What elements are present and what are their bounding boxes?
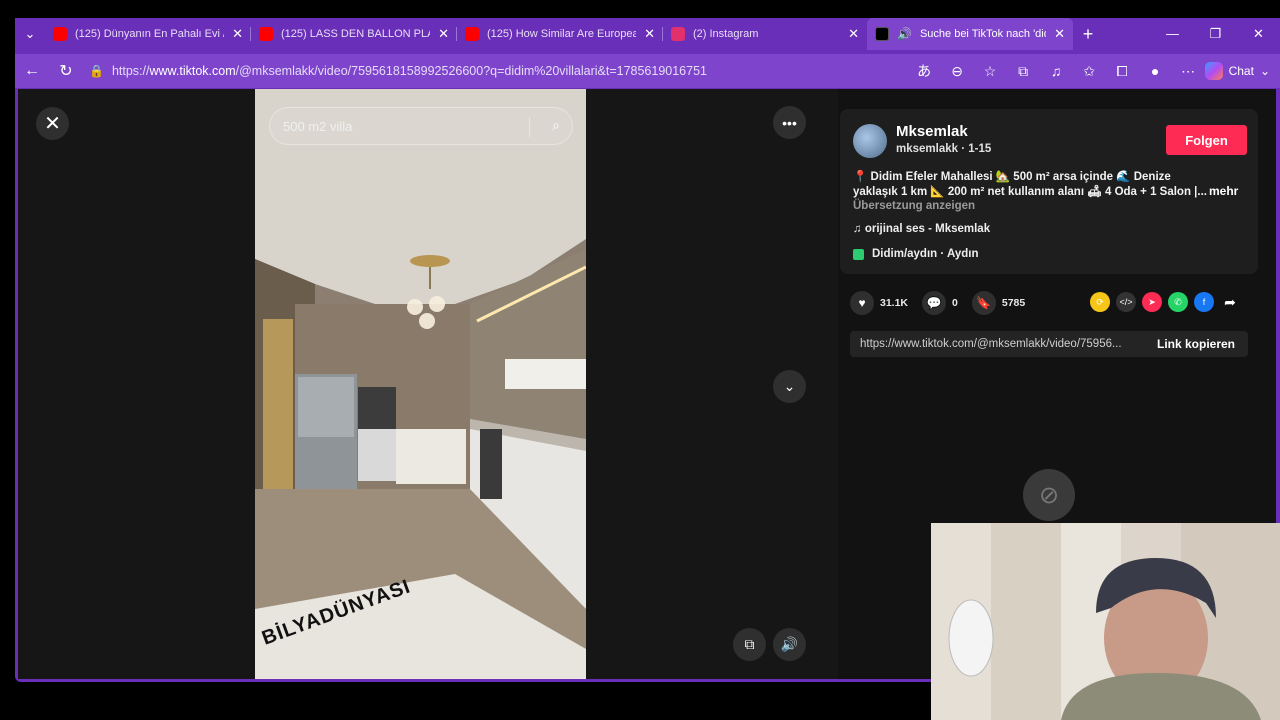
share-link-url[interactable]: https://www.tiktok.com/@mksemlakk/video/… <box>850 338 1144 350</box>
more-description-link[interactable]: mehr <box>1209 184 1238 198</box>
favorites-icon[interactable]: ✩ <box>1073 63 1106 80</box>
share-link-row: https://www.tiktok.com/@mksemlakk/video/… <box>850 331 1248 357</box>
search-icon[interactable]: ⌕ <box>552 117 560 134</box>
picture-in-picture-icon[interactable]: ⧉ <box>733 628 766 661</box>
author-handle[interactable]: mksemlakk · 1-15 <box>896 143 991 155</box>
comment-icon: 💬 <box>922 291 947 315</box>
like-action[interactable]: ♥ 31.1K <box>850 291 908 315</box>
tab-title: (125) LASS DEN BALLON PLATZ <box>281 28 430 40</box>
music-link[interactable]: ♫ orijinal ses - Mksemlak <box>853 223 990 235</box>
close-tab-icon[interactable]: ✕ <box>232 26 243 42</box>
close-tab-icon[interactable]: ✕ <box>438 26 449 42</box>
like-count: 31.1K <box>880 297 909 309</box>
toolbar-icons: あ ⊖ ☆ ⧉ ♫ ✩ ⧠ ● ⋯ <box>908 61 1205 81</box>
back-icon[interactable]: ← <box>15 62 49 80</box>
close-video-button[interactable]: ✕ <box>36 107 69 140</box>
tab-youtube-3[interactable]: (125) How Similar Are European ✕ <box>457 18 663 50</box>
comments-hidden-icon: ⊘ <box>1023 469 1075 521</box>
media-control-icon[interactable]: ♫ <box>1040 63 1073 79</box>
author-display-name[interactable]: Mksemlak <box>896 123 968 140</box>
video-search-bar[interactable]: 500 m2 villa ⌕ <box>269 107 573 145</box>
youtube-icon <box>465 27 479 41</box>
tab-tiktok[interactable]: 🔊 Suche bei TikTok nach 'didi ✕ <box>867 18 1073 50</box>
new-tab-button[interactable]: + <box>1073 24 1103 45</box>
address-bar[interactable]: 🔒 https://www.tiktok.com/@mksemlakk/vide… <box>83 57 908 85</box>
minimize-icon[interactable]: — <box>1151 18 1194 50</box>
tab-title: (2) Instagram <box>693 28 759 40</box>
comment-action[interactable]: 💬 0 <box>922 291 958 315</box>
url-host: www.tiktok.com <box>149 64 236 78</box>
tab-youtube-2[interactable]: (125) LASS DEN BALLON PLATZ ✕ <box>251 18 457 50</box>
chevron-down-icon: ⌄ <box>1259 64 1270 78</box>
translate-icon[interactable]: あ <box>908 61 941 81</box>
close-tab-icon[interactable]: ✕ <box>644 26 655 42</box>
more-menu-icon[interactable]: ⋯ <box>1172 63 1205 80</box>
video-player[interactable]: 500 m2 villa ⌕ BİLYADÜNYASI <box>255 89 586 679</box>
show-translation-link[interactable]: Übersetzung anzeigen <box>853 200 975 212</box>
speaker-icon[interactable]: 🔊 <box>897 27 912 41</box>
kitchen-video-frame <box>255 89 586 679</box>
youtube-icon <box>259 27 273 41</box>
profile-avatar-icon[interactable]: ● <box>1139 63 1172 79</box>
navigation-bar: ← ↻ 🔒 https://www.tiktok.com/@mksemlakk/… <box>15 54 1280 88</box>
close-tab-icon[interactable]: ✕ <box>1054 26 1065 42</box>
restore-icon[interactable]: ❐ <box>1194 18 1237 50</box>
save-action[interactable]: 🔖 5785 <box>971 291 1026 315</box>
comment-count: 0 <box>952 297 958 309</box>
send-icon[interactable]: ➤ <box>1142 292 1162 312</box>
copilot-chat-button[interactable]: Chat ⌄ <box>1204 62 1270 80</box>
author-avatar[interactable] <box>853 124 887 158</box>
video-search-text: 500 m2 villa <box>283 118 353 134</box>
more-options-button[interactable]: ••• <box>773 106 806 139</box>
instagram-icon <box>671 27 685 41</box>
chat-label: Chat <box>1228 64 1254 78</box>
whatsapp-icon[interactable]: ✆ <box>1168 292 1188 312</box>
tab-bar: ⌄ (125) Dünyanın En Pahalı Evi / M ✕ (12… <box>15 18 1280 50</box>
follow-button[interactable]: Folgen <box>1166 125 1247 155</box>
search-divider <box>529 117 530 137</box>
url-path: /@mksemlakk/video/7595618158992526600?q=… <box>235 64 707 78</box>
share-arrow-icon[interactable]: ➦ <box>1220 292 1240 312</box>
copilot-icon <box>1204 62 1223 80</box>
engagement-bar: ♥ 31.1K 💬 0 🔖 5785 ⟳ </> ➤ ✆ f ➦ <box>850 289 1250 317</box>
tab-title: Suche bei TikTok nach 'didi <box>919 28 1047 40</box>
tab-actions-menu-icon[interactable]: ⌄ <box>15 18 45 50</box>
author-card: Mksemlak mksemlakk · 1-15 Folgen 📍 Didim… <box>840 109 1258 274</box>
video-area: ✕ 500 m2 villa ⌕ BİLYADÜNYASI ••• ⌄ ⧉ 🔊 <box>18 89 838 679</box>
close-tab-icon[interactable]: ✕ <box>848 26 859 42</box>
favorite-star-icon[interactable]: ☆ <box>974 63 1007 80</box>
url-prefix: https:// <box>111 64 150 78</box>
copy-link-button[interactable]: Link kopieren <box>1144 337 1248 351</box>
video-description: 📍 Didim Efeler Mahallesi 🏡 500 m² arsa i… <box>853 171 1207 198</box>
tab-youtube-1[interactable]: (125) Dünyanın En Pahalı Evi / M ✕ <box>45 18 251 50</box>
next-video-button[interactable]: ⌄ <box>773 370 806 403</box>
location-pin-icon <box>853 248 864 260</box>
webcam-feed <box>931 523 1280 720</box>
facebook-icon[interactable]: f <box>1194 292 1214 312</box>
save-count: 5785 <box>1001 297 1026 309</box>
collections-icon[interactable]: ⧠ <box>1106 63 1139 80</box>
tab-title: (125) Dünyanın En Pahalı Evi / M <box>75 28 225 40</box>
lock-icon[interactable]: 🔒 <box>89 64 104 78</box>
zoom-icon[interactable]: ⊖ <box>941 63 974 80</box>
tiktok-icon <box>875 27 889 41</box>
volume-icon[interactable]: 🔊 <box>773 628 806 661</box>
close-window-icon[interactable]: ✕ <box>1237 18 1280 50</box>
extensions-icon[interactable]: ⧉ <box>1007 63 1040 80</box>
tab-instagram[interactable]: (2) Instagram ✕ <box>663 18 867 50</box>
heart-icon: ♥ <box>850 291 874 315</box>
tab-title: (125) How Similar Are European <box>487 28 637 40</box>
window-controls: — ❐ ✕ <box>1151 18 1280 50</box>
reload-icon[interactable]: ↻ <box>49 61 83 81</box>
webcam-overlay <box>931 523 1280 720</box>
location-link[interactable]: Didim/aydın · Aydın <box>853 248 979 260</box>
bookmark-icon: 🔖 <box>971 291 996 315</box>
location-text: Didim/aydın · Aydın <box>872 248 979 260</box>
repost-icon[interactable]: ⟳ <box>1090 292 1110 312</box>
embed-icon[interactable]: </> <box>1116 292 1136 312</box>
share-icons: ⟳ </> ➤ ✆ f ➦ <box>1090 292 1240 312</box>
youtube-icon <box>53 27 67 41</box>
